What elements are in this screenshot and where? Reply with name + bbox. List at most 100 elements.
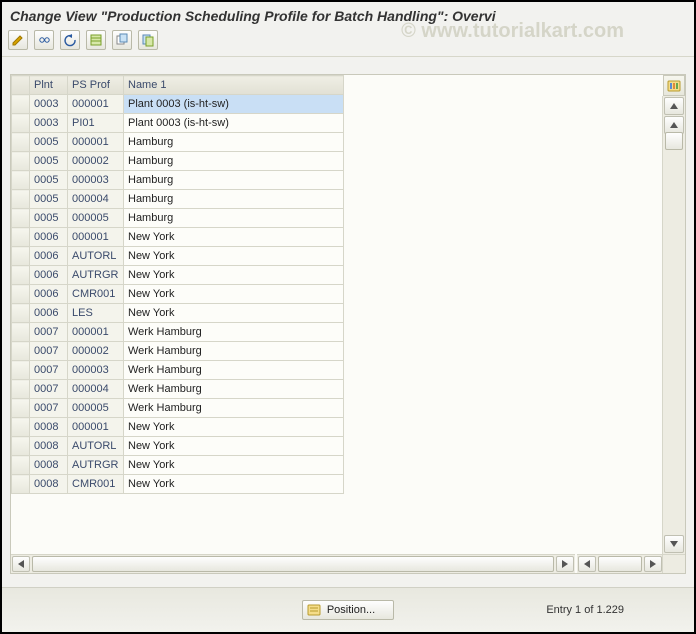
cell-name[interactable]: New York xyxy=(124,285,344,304)
cell-psprof[interactable]: 000001 xyxy=(68,418,124,437)
table-row[interactable]: 0005000003Hamburg xyxy=(12,171,344,190)
cell-psprof[interactable]: AUTRGR xyxy=(68,266,124,285)
delete-button[interactable] xyxy=(138,30,158,50)
table-row[interactable]: 0003PI01Plant 0003 (is-ht-sw) xyxy=(12,114,344,133)
cell-plnt[interactable]: 0003 xyxy=(30,95,68,114)
cell-psprof[interactable]: 000004 xyxy=(68,190,124,209)
cell-plnt[interactable]: 0006 xyxy=(30,285,68,304)
cell-plnt[interactable]: 0007 xyxy=(30,399,68,418)
scroll-down-button[interactable] xyxy=(664,535,684,553)
horizontal-scrollbar-right[interactable] xyxy=(577,554,663,573)
cell-name[interactable]: Werk Hamburg xyxy=(124,323,344,342)
table-row[interactable]: 0006CMR001New York xyxy=(12,285,344,304)
cell-psprof[interactable]: 000002 xyxy=(68,342,124,361)
cell-psprof[interactable]: 000005 xyxy=(68,209,124,228)
cell-plnt[interactable]: 0005 xyxy=(30,171,68,190)
cell-psprof[interactable]: LES xyxy=(68,304,124,323)
cell-name[interactable]: New York xyxy=(124,437,344,456)
col-header-plnt[interactable]: Plnt xyxy=(30,76,68,95)
col-header-selector[interactable] xyxy=(12,76,30,95)
table-row[interactable]: 0005000002Hamburg xyxy=(12,152,344,171)
table-row[interactable]: 0007000005Werk Hamburg xyxy=(12,399,344,418)
cell-name[interactable]: Hamburg xyxy=(124,190,344,209)
table-row[interactable]: 0003000001Plant 0003 (is-ht-sw) xyxy=(12,95,344,114)
cell-plnt[interactable]: 0006 xyxy=(30,266,68,285)
table-row[interactable]: 0007000002Werk Hamburg xyxy=(12,342,344,361)
cell-plnt[interactable]: 0006 xyxy=(30,304,68,323)
row-selector[interactable] xyxy=(12,304,30,323)
hscroll-thumb[interactable] xyxy=(32,556,554,572)
table-row[interactable]: 0007000001Werk Hamburg xyxy=(12,323,344,342)
cell-psprof[interactable]: CMR001 xyxy=(68,475,124,494)
column-config-button[interactable] xyxy=(663,75,685,96)
cell-psprof[interactable]: AUTORL xyxy=(68,247,124,266)
hscroll-track[interactable] xyxy=(31,555,555,573)
table-row[interactable]: 0006AUTORLNew York xyxy=(12,247,344,266)
row-selector[interactable] xyxy=(12,133,30,152)
table-row[interactable]: 0006000001New York xyxy=(12,228,344,247)
scroll-left-button[interactable] xyxy=(12,556,30,572)
cell-psprof[interactable]: 000001 xyxy=(68,323,124,342)
cell-name[interactable]: New York xyxy=(124,418,344,437)
row-selector[interactable] xyxy=(12,380,30,399)
vertical-scrollbar[interactable] xyxy=(662,96,685,555)
table-row[interactable]: 0008000001New York xyxy=(12,418,344,437)
cell-plnt[interactable]: 0008 xyxy=(30,437,68,456)
cell-psprof[interactable]: 000001 xyxy=(68,133,124,152)
cell-plnt[interactable]: 0007 xyxy=(30,323,68,342)
cell-plnt[interactable]: 0006 xyxy=(30,228,68,247)
table-row[interactable]: 0008AUTORLNew York xyxy=(12,437,344,456)
copy-button[interactable] xyxy=(112,30,132,50)
row-selector[interactable] xyxy=(12,437,30,456)
cell-name[interactable]: Werk Hamburg xyxy=(124,342,344,361)
row-selector[interactable] xyxy=(12,247,30,266)
cell-name[interactable]: New York xyxy=(124,228,344,247)
cell-name[interactable]: Werk Hamburg xyxy=(124,361,344,380)
row-selector[interactable] xyxy=(12,456,30,475)
table-row[interactable]: 0006AUTRGRNew York xyxy=(12,266,344,285)
cell-psprof[interactable]: 000001 xyxy=(68,95,124,114)
cell-plnt[interactable]: 0007 xyxy=(30,361,68,380)
scroll-right-button[interactable] xyxy=(556,556,574,572)
row-selector[interactable] xyxy=(12,475,30,494)
row-selector[interactable] xyxy=(12,361,30,380)
cell-name[interactable]: Hamburg xyxy=(124,152,344,171)
cell-psprof[interactable]: 000003 xyxy=(68,361,124,380)
scroll-up-button[interactable] xyxy=(664,97,684,115)
cell-name[interactable]: Hamburg xyxy=(124,133,344,152)
row-selector[interactable] xyxy=(12,285,30,304)
row-selector[interactable] xyxy=(12,209,30,228)
row-selector[interactable] xyxy=(12,95,30,114)
display-button[interactable] xyxy=(34,30,54,50)
edit-button[interactable] xyxy=(8,30,28,50)
cell-plnt[interactable]: 0007 xyxy=(30,342,68,361)
cell-name[interactable]: Werk Hamburg xyxy=(124,399,344,418)
undo-button[interactable] xyxy=(60,30,80,50)
row-selector[interactable] xyxy=(12,418,30,437)
horizontal-scrollbar-left[interactable] xyxy=(11,554,575,573)
cell-name[interactable]: New York xyxy=(124,266,344,285)
hscroll-track-2[interactable] xyxy=(597,555,643,573)
cell-name[interactable]: Hamburg xyxy=(124,209,344,228)
cell-psprof[interactable]: 000004 xyxy=(68,380,124,399)
cell-psprof[interactable]: 000003 xyxy=(68,171,124,190)
cell-name[interactable]: New York xyxy=(124,247,344,266)
cell-psprof[interactable]: 000001 xyxy=(68,228,124,247)
row-selector[interactable] xyxy=(12,342,30,361)
cell-psprof[interactable]: PI01 xyxy=(68,114,124,133)
row-selector[interactable] xyxy=(12,266,30,285)
cell-psprof[interactable]: CMR001 xyxy=(68,285,124,304)
cell-plnt[interactable]: 0005 xyxy=(30,133,68,152)
cell-name[interactable]: Hamburg xyxy=(124,171,344,190)
cell-name[interactable]: Plant 0003 (is-ht-sw) xyxy=(124,114,344,133)
cell-name[interactable]: New York xyxy=(124,475,344,494)
cell-plnt[interactable]: 0008 xyxy=(30,475,68,494)
cell-psprof[interactable]: 000002 xyxy=(68,152,124,171)
cell-plnt[interactable]: 0005 xyxy=(30,209,68,228)
row-selector[interactable] xyxy=(12,114,30,133)
scroll-left-button-2[interactable] xyxy=(578,556,596,572)
cell-name[interactable]: New York xyxy=(124,456,344,475)
cell-plnt[interactable]: 0008 xyxy=(30,456,68,475)
cell-name[interactable]: Plant 0003 (is-ht-sw) xyxy=(124,95,344,114)
table-row[interactable]: 0005000004Hamburg xyxy=(12,190,344,209)
